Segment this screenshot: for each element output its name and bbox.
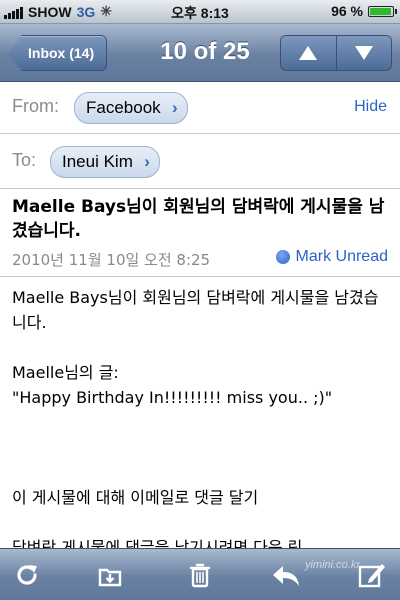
sender-chip[interactable]: Facebook ›: [74, 92, 188, 124]
mark-unread-button[interactable]: Mark Unread: [275, 248, 388, 266]
battery-percent: 96 %: [331, 3, 363, 19]
previous-message-button[interactable]: [281, 36, 336, 70]
up-arrow-icon: [299, 46, 318, 60]
unread-dot-icon: [275, 250, 290, 264]
body-line: Maelle님의 글:: [12, 363, 119, 382]
to-label: To:: [12, 150, 37, 170]
refresh-button[interactable]: [11, 559, 43, 591]
next-message-button[interactable]: [335, 36, 391, 70]
message-date: 2010년 11월 10일 오전 8:25: [12, 251, 211, 269]
trash-icon: [189, 563, 211, 588]
from-row: From: Facebook › Hide: [0, 82, 400, 134]
folder-move-icon: [98, 568, 122, 587]
move-message-button[interactable]: [94, 559, 126, 591]
chevron-right-icon: ›: [172, 98, 178, 117]
sender-name: Facebook: [86, 98, 161, 117]
battery-icon: [368, 5, 397, 17]
message-navigation-segment: [280, 35, 392, 71]
delete-button[interactable]: [184, 559, 216, 591]
recipient-chip[interactable]: Ineui Kim ›: [50, 146, 160, 178]
message-position-title: 10 of 25: [160, 38, 250, 65]
from-label: From:: [12, 96, 59, 116]
down-arrow-icon: [354, 46, 373, 60]
chevron-right-icon: ›: [144, 152, 150, 171]
body-line: "Happy Birthday In!!!!!!!!! miss you.. ;…: [12, 388, 333, 407]
status-right: 96 %: [331, 3, 397, 19]
recipient-name: Ineui Kim: [62, 152, 133, 171]
refresh-icon: [17, 565, 37, 585]
body-line: Maelle Bays님이 회원님의 담벼락에 게시물을 남겼습니다.: [12, 288, 379, 332]
subject-sender: Maelle Bays: [12, 197, 127, 217]
header-divider: [0, 276, 400, 277]
hide-details-button[interactable]: Hide: [354, 98, 387, 116]
mark-unread-label: Mark Unread: [295, 248, 388, 265]
to-row: To: Ineui Kim ›: [0, 134, 400, 189]
reply-button[interactable]: [270, 559, 302, 591]
inbox-back-button[interactable]: Inbox (14): [8, 35, 108, 71]
reply-icon: [273, 566, 299, 586]
compose-button[interactable]: [356, 559, 388, 591]
body-line: 이 게시물에 대해 이메일로 댓글 달기: [12, 488, 259, 507]
bottom-toolbar: yimini.co.kr: [0, 548, 400, 600]
watermark-text: yimini.co.kr: [304, 559, 360, 571]
status-bar: SHOW 3G ✳ 오후 8:13 96 %: [0, 0, 400, 24]
navigation-bar: Inbox (14) 10 of 25: [0, 24, 400, 82]
message-subject: Maelle Bays님이 회원님의 담벼락에 게시물을 남겼습니다.: [12, 195, 387, 243]
compose-icon: [358, 564, 385, 588]
message-body: Maelle Bays님이 회원님의 담벼락에 게시물을 남겼습니다. Mael…: [12, 285, 392, 560]
